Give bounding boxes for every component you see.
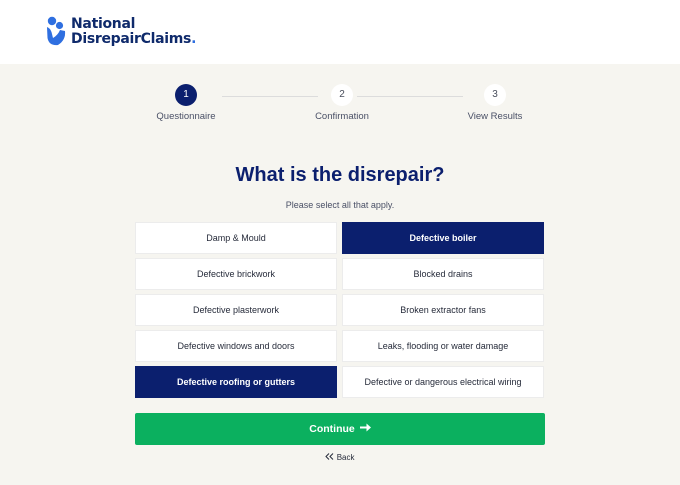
step-number: 1 <box>175 84 197 106</box>
step-number: 2 <box>331 84 353 106</box>
back-label: Back <box>336 453 355 462</box>
step-label: Questionnaire <box>156 111 216 122</box>
brand-name-dot: . <box>191 30 197 47</box>
option-defective-boiler[interactable]: Defective boiler <box>342 222 544 254</box>
step-label: Confirmation <box>315 111 369 122</box>
site-header: National DisrepairClaims. <box>0 0 680 64</box>
option-defective-roofing-gutters[interactable]: Defective roofing or gutters <box>135 366 337 398</box>
brand-name-line2: DisrepairClaims <box>71 30 192 47</box>
step-view-results: 3 View Results <box>445 84 545 122</box>
step-questionnaire: 1 Questionnaire <box>136 84 236 122</box>
brand-name-line1: National <box>71 16 136 32</box>
double-chevron-left-icon <box>325 453 336 462</box>
option-defective-brickwork[interactable]: Defective brickwork <box>135 258 337 290</box>
brand-name: National DisrepairClaims. <box>71 17 196 46</box>
option-electrical-wiring[interactable]: Defective or dangerous electrical wiring <box>342 366 544 398</box>
option-broken-extractor-fans[interactable]: Broken extractor fans <box>342 294 544 326</box>
question-title: What is the disrepair? <box>235 164 445 186</box>
option-blocked-drains[interactable]: Blocked drains <box>342 258 544 290</box>
brand-logo[interactable]: National DisrepairClaims. <box>46 16 196 48</box>
question-subtitle: Please select all that apply. <box>285 200 395 210</box>
back-link[interactable]: Back <box>0 453 680 462</box>
option-leaks-flooding[interactable]: Leaks, flooding or water damage <box>342 330 544 362</box>
option-damp-mould[interactable]: Damp & Mould <box>135 222 337 254</box>
brand-logo-icon <box>47 16 66 46</box>
step-confirmation: 2 Confirmation <box>292 84 392 122</box>
disrepair-options: Damp & Mould Defective boiler Defective … <box>135 222 545 398</box>
arrow-right-icon <box>359 423 371 435</box>
step-number: 3 <box>484 84 506 106</box>
step-label: View Results <box>467 111 523 122</box>
continue-button[interactable]: Continue <box>135 413 545 445</box>
option-defective-windows-doors[interactable]: Defective windows and doors <box>135 330 337 362</box>
option-defective-plasterwork[interactable]: Defective plasterwork <box>135 294 337 326</box>
progress-steps: 1 Questionnaire 2 Confirmation 3 View Re… <box>135 84 545 124</box>
continue-label: Continue <box>309 423 355 435</box>
